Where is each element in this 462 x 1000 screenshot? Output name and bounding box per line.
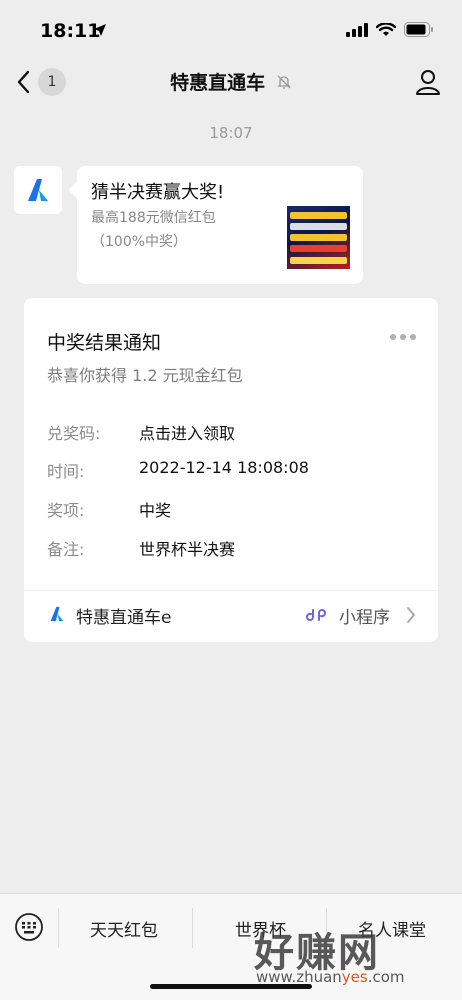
message-thumbnail (287, 206, 350, 269)
cellular-signal-icon (346, 22, 368, 41)
chat-title: 特惠直通车 (170, 72, 266, 94)
menu-item-daily-redpacket[interactable]: 天天红包 (90, 916, 158, 941)
row-value[interactable]: 点击进入领取 (139, 420, 235, 444)
mini-program-name: 特惠直通车e (76, 608, 172, 628)
location-arrow-icon (93, 22, 107, 41)
message-description: 最高188元微信红包（100%中奖） (91, 210, 216, 250)
status-bar: 18:11 (0, 0, 462, 60)
more-dot (400, 334, 406, 340)
keyboard-icon (14, 913, 44, 946)
message-title: 猜半决赛赢大奖! (91, 182, 225, 203)
card-title: 中奖结果通知 (47, 332, 162, 354)
thumbnail-text-1 (290, 212, 347, 219)
more-dot (410, 334, 416, 340)
keyboard-toggle-button[interactable] (14, 912, 44, 942)
status-time: 18:11 (40, 20, 101, 42)
menu-separator (58, 908, 59, 948)
menu-separator (192, 908, 193, 948)
chat-header: 1 特惠直通车 (0, 60, 462, 104)
sender-avatar[interactable] (14, 166, 62, 214)
app-logo-icon (48, 605, 66, 627)
prize-notification-card[interactable]: 中奖结果通知 恭喜你获得 1.2 元现金红包 兑奖码: 点击进入领取 时间: 2… (24, 298, 438, 642)
more-dots-icon[interactable] (390, 334, 416, 340)
person-icon (414, 70, 442, 100)
battery-icon (404, 22, 434, 41)
mini-program-footer[interactable]: 特惠直通车e 小程序 (24, 591, 438, 642)
more-dot (390, 334, 396, 340)
watermark-url-suffix: .com (367, 968, 405, 986)
row-label: 备注: (47, 540, 85, 559)
card-subtitle: 恭喜你获得 1.2 元现金红包 (47, 366, 243, 385)
row-label: 兑奖码: (47, 424, 101, 443)
thumbnail-text-2 (290, 223, 347, 230)
wifi-icon (375, 22, 397, 41)
row-value: 世界杯半决赛 (139, 540, 236, 559)
thumbnail-text-3 (290, 234, 347, 241)
watermark: 好赚网 www.zhuanyes.com (254, 920, 454, 990)
thumbnail-text-5 (290, 257, 347, 264)
home-indicator (150, 984, 312, 989)
bell-slash-icon (276, 73, 292, 95)
app-logo-icon (28, 179, 48, 201)
mini-program-label: 小程序 (339, 608, 390, 628)
watermark-url-accent: yes (341, 968, 368, 986)
status-indicators (346, 22, 434, 41)
link-icon (306, 605, 326, 629)
row-label: 时间: (47, 462, 85, 481)
row-value: 2022-12-14 18:08:08 (139, 458, 309, 477)
message-bubble[interactable]: 猜半决赛赢大奖! 最高188元微信红包（100%中奖） (77, 166, 363, 284)
message-timestamp: 18:07 (209, 124, 253, 142)
row-value: 中奖 (139, 501, 172, 520)
chat-title-wrap: 特惠直通车 (0, 68, 462, 95)
profile-button[interactable] (414, 68, 442, 96)
row-label: 奖项: (47, 501, 85, 520)
thumbnail-text-4 (290, 245, 347, 252)
chevron-right-icon (406, 606, 416, 628)
